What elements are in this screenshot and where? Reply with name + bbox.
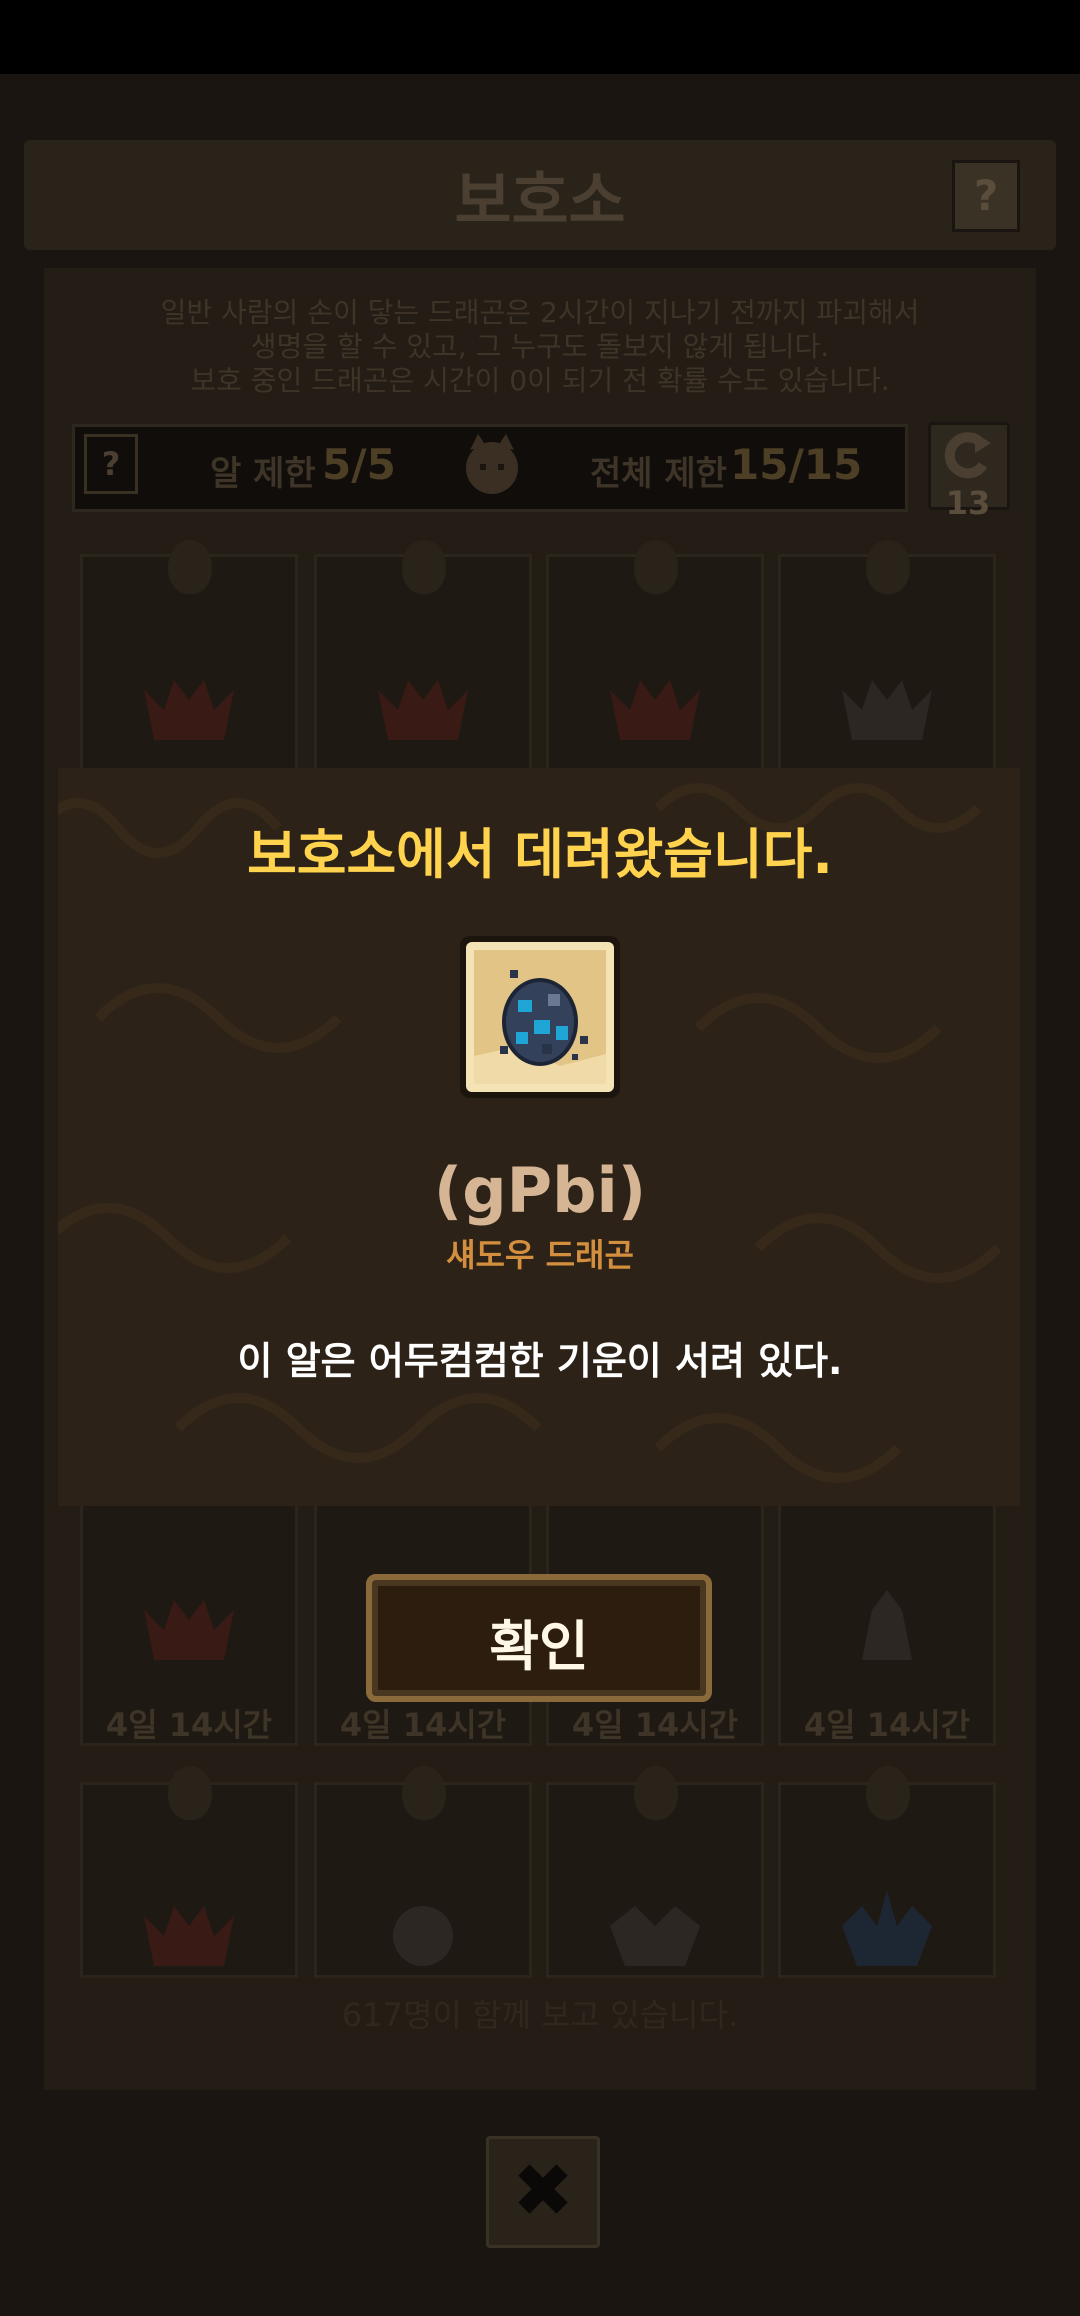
egg-icon (866, 1766, 910, 1820)
egg-icon (634, 1766, 678, 1820)
close-button[interactable]: ✖ (486, 2136, 600, 2248)
refresh-icon (944, 432, 991, 479)
egg-icon (634, 540, 678, 594)
dragon-icon (378, 680, 468, 740)
dragon-icon (393, 1906, 453, 1966)
dragon-icon (144, 1600, 234, 1660)
card-time: 4일 14시간 (803, 1706, 971, 1744)
egg-description: 이 알은 어두컴컴한 기운이 서려 있다. (237, 1339, 843, 1383)
refresh-count: 13 (945, 484, 991, 522)
card-time: 4일 14시간 (339, 1706, 507, 1744)
card-time: 4일 14시간 (571, 1706, 739, 1744)
page-title: 보호소 (454, 164, 626, 237)
help-button[interactable]: ? (952, 160, 1020, 232)
confirm-label: 확인 (489, 1615, 589, 1678)
card-time: 4일 14시간 (105, 1706, 273, 1744)
description-line-1: 일반 사람의 손이 닿는 드래곤은 2시간이 지나기 전까지 파괴해서 (160, 296, 920, 329)
dragon-icon (862, 1590, 912, 1660)
dragon-icon (842, 1891, 932, 1966)
egg-icon (168, 540, 212, 594)
egg-species: 섀도우 드래곤 (446, 1236, 634, 1274)
total-limit-label: 전체 제한 (590, 454, 727, 494)
egg-icon (866, 540, 910, 594)
dragon-icon (144, 680, 234, 740)
egg-limit-value: 5/5 (322, 440, 396, 489)
description-line-3: 보호 중인 드래곤은 시간이 0이 되기 전 확률 수도 있습니다. (190, 364, 890, 397)
shadow-dragon-egg-icon (460, 936, 620, 1098)
egg-icon (402, 540, 446, 594)
dragon-icon (842, 680, 932, 740)
egg-icon (402, 1766, 446, 1820)
total-limit-value: 15/15 (730, 440, 863, 489)
cat-face-icon (466, 434, 518, 494)
status-bar (0, 0, 1080, 74)
modal-title: 보호소에서 데려왔습니다. (247, 823, 833, 886)
close-icon: ✖ (511, 2148, 574, 2234)
egg-limit-label: 알 제한 (210, 454, 316, 494)
egg-icon (168, 1766, 212, 1820)
dragon-icon (610, 680, 700, 740)
description-line-2: 생명을 할 수 있고, 그 누구도 돌보지 않게 됩니다. (250, 330, 830, 363)
viewer-count-note: 617명이 함께 보고 있습니다. (341, 1996, 739, 2034)
dragon-icon (610, 1906, 700, 1966)
limit-help-button[interactable]: ? (84, 434, 138, 494)
egg-code: (gPbi) (433, 1154, 647, 1227)
dragon-icon (144, 1906, 234, 1966)
